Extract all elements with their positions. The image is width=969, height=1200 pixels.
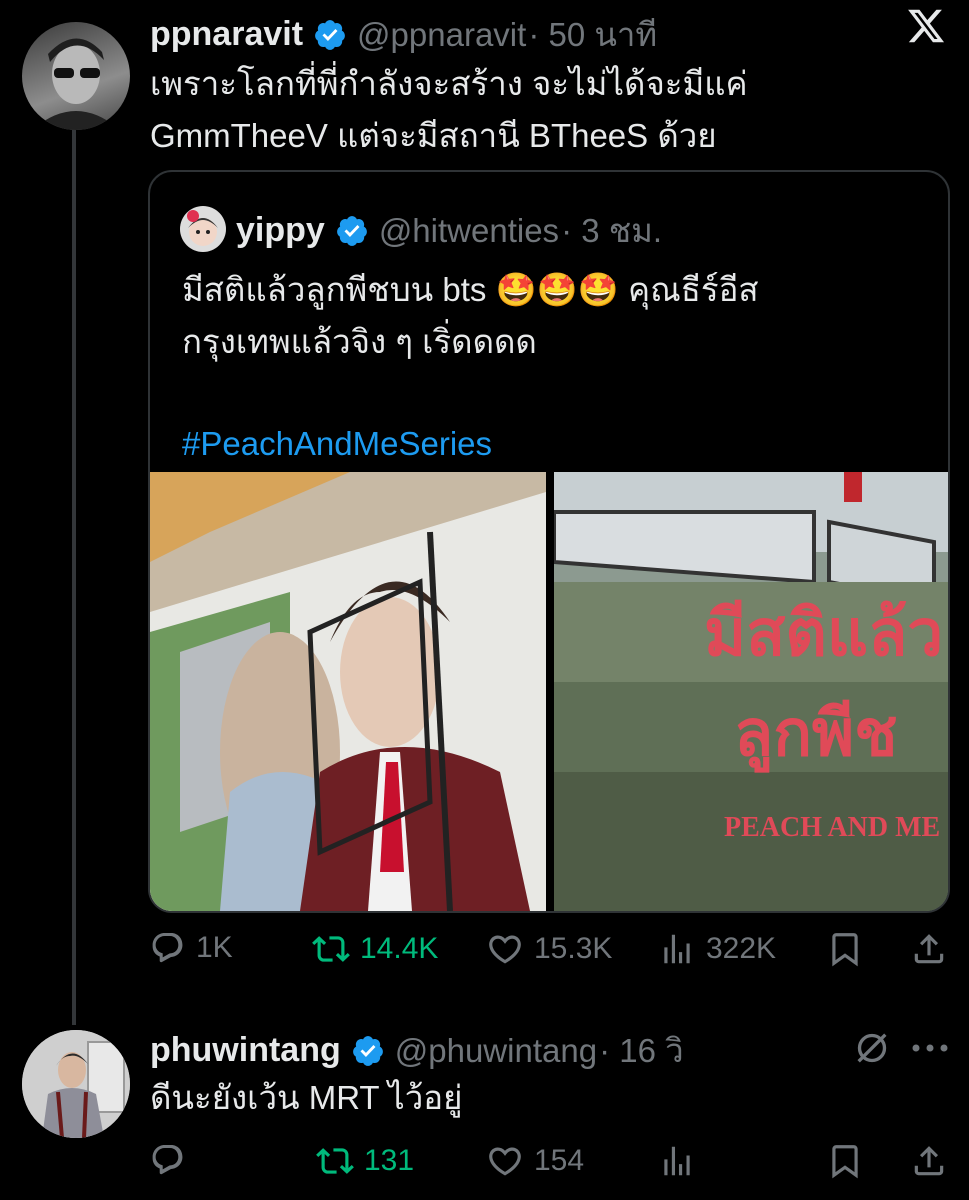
like-button[interactable]: 15.3K bbox=[486, 930, 612, 968]
handle[interactable]: @ppnaravit bbox=[357, 16, 526, 54]
share-icon bbox=[914, 934, 944, 964]
views-button[interactable]: 322K bbox=[658, 930, 776, 968]
thread-line bbox=[72, 130, 76, 1025]
like-icon bbox=[489, 935, 521, 964]
retweet-button[interactable]: 14.4K bbox=[312, 930, 438, 968]
more-icon[interactable] bbox=[910, 1040, 950, 1056]
quoted-text: มีสติแล้วลูกพีชบน bts 🤩🤩🤩 คุณธีร์อีส กรุ… bbox=[182, 264, 922, 470]
like-count: 154 bbox=[534, 1144, 585, 1177]
reply-button[interactable]: 1K bbox=[150, 930, 233, 966]
views-count: 322K bbox=[706, 932, 777, 965]
tweet-text-line: เพราะโลกที่พี่กำลังจะสร้าง จะไม่ได้จะมีแ… bbox=[150, 65, 748, 102]
avatar[interactable] bbox=[22, 22, 130, 130]
verified-icon bbox=[335, 214, 369, 248]
quoted-timestamp[interactable]: · 3 ชม. bbox=[561, 204, 662, 257]
bookmark-button[interactable] bbox=[826, 930, 864, 973]
share-icon bbox=[914, 1146, 944, 1176]
verified-icon bbox=[313, 18, 347, 52]
star-struck-emoji: 🤩🤩🤩 bbox=[495, 271, 619, 308]
grok-icon[interactable] bbox=[852, 1028, 892, 1068]
reply-button[interactable] bbox=[150, 1142, 186, 1178]
display-name[interactable]: phuwintang bbox=[150, 1031, 341, 1070]
bookmark-icon bbox=[832, 933, 858, 967]
like-button[interactable]: 154 bbox=[486, 1142, 584, 1180]
reply-count: 1K bbox=[196, 931, 233, 964]
poster-title-line1: มีสติแล้ว bbox=[704, 597, 944, 669]
timestamp[interactable]: · 16 วิ bbox=[599, 1024, 684, 1077]
media-image-right[interactable]: มีสติแล้ว ลูกพีช PEACH AND ME bbox=[554, 472, 948, 911]
poster-title-line2: ลูกพีช bbox=[734, 697, 898, 769]
display-name[interactable]: ppnaravit bbox=[150, 15, 303, 54]
retweet-count: 14.4K bbox=[360, 932, 439, 965]
tweet-text-line: GmmTheeV แต่จะมีสถานี BTheeS ด้วย bbox=[150, 117, 717, 154]
views-icon bbox=[664, 934, 690, 964]
avatar[interactable] bbox=[180, 206, 226, 252]
quoted-handle[interactable]: @hitwenties bbox=[379, 212, 559, 250]
timestamp[interactable]: · 50 นาที bbox=[528, 8, 657, 61]
quoted-text-part: คุณธีร์อีส bbox=[628, 271, 759, 308]
hashtag-link[interactable]: #PeachAndMeSeries bbox=[182, 418, 922, 470]
x-logo-icon[interactable] bbox=[906, 6, 946, 46]
views-icon bbox=[664, 1146, 690, 1176]
retweet-count: 131 bbox=[364, 1144, 415, 1177]
quoted-display-name[interactable]: yippy bbox=[236, 211, 325, 250]
tweet-text: เพราะโลกที่พี่กำลังจะสร้าง จะไม่ได้จะมีแ… bbox=[150, 58, 950, 162]
quoted-text-part: มีสติแล้วลูกพีชบน bts bbox=[182, 271, 487, 308]
quoted-text-line: กรุงเทพแล้วจิง ๆ เริ่ดดดด bbox=[182, 323, 537, 360]
reply-icon bbox=[152, 933, 183, 963]
verified-icon bbox=[351, 1034, 385, 1068]
poster-logo: PEACH AND ME bbox=[724, 812, 941, 843]
quoted-text-line: มีสติแล้วลูกพีชบน bts 🤩🤩🤩 คุณธีร์อีส bbox=[182, 264, 922, 316]
avatar[interactable] bbox=[22, 1030, 130, 1138]
quoted-tweet[interactable]: yippy @hitwenties · 3 ชม. มีสติแล้วลูกพี… bbox=[148, 170, 950, 913]
retweet-icon bbox=[312, 936, 350, 962]
share-button[interactable] bbox=[910, 930, 948, 973]
media-image-left[interactable] bbox=[150, 472, 546, 911]
bookmark-button[interactable] bbox=[826, 1142, 864, 1185]
like-count: 15.3K bbox=[534, 932, 613, 965]
retweet-icon bbox=[316, 1148, 354, 1174]
retweet-button[interactable]: 131 bbox=[316, 1142, 414, 1180]
views-button[interactable] bbox=[658, 1142, 696, 1180]
share-button[interactable] bbox=[910, 1142, 948, 1185]
reply-text: ดีนะยังเว้น MRT ไว้อยู่ bbox=[150, 1079, 463, 1116]
handle[interactable]: @phuwintang bbox=[395, 1032, 597, 1070]
bookmark-icon bbox=[832, 1145, 858, 1179]
like-icon bbox=[489, 1147, 521, 1176]
reply-icon bbox=[152, 1145, 183, 1175]
